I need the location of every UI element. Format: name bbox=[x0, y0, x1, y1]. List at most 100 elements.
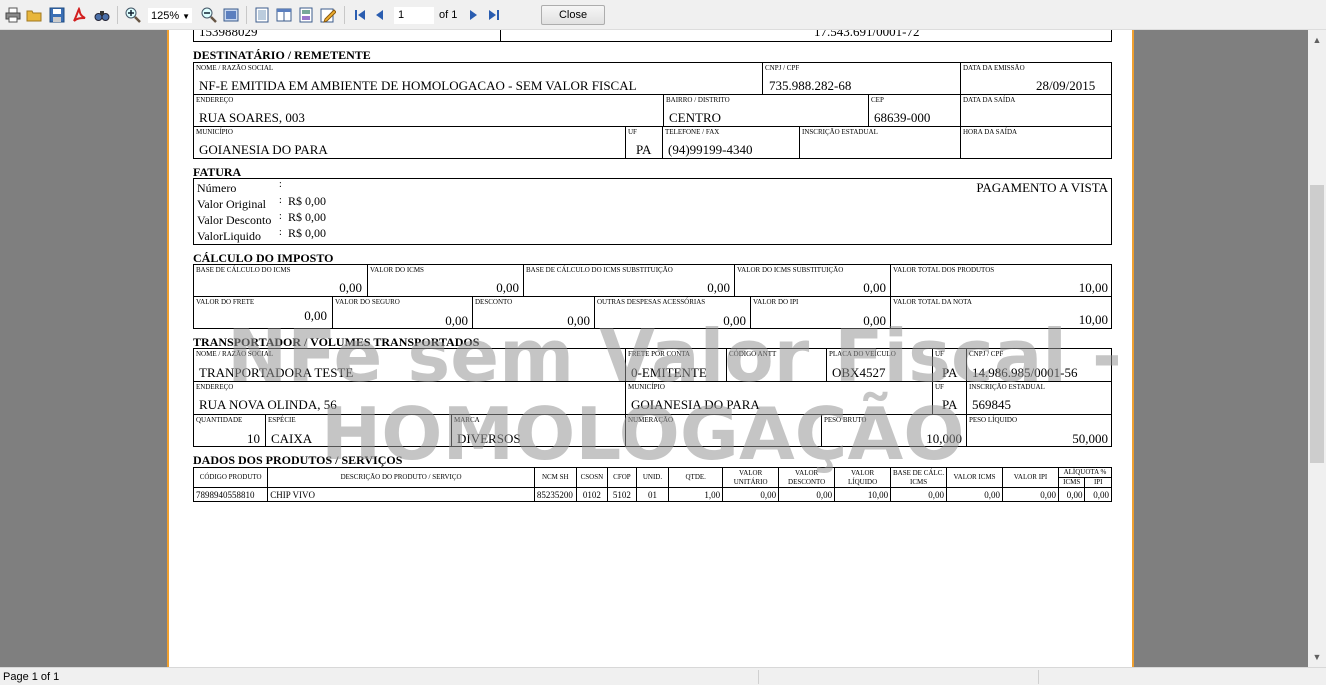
uf-label: UF bbox=[628, 128, 637, 136]
antt-label: CÓDIGO ANTT bbox=[729, 350, 777, 358]
zoom-out-icon[interactable] bbox=[201, 7, 217, 23]
cell-descricao: CHIP VIVO bbox=[267, 487, 535, 502]
open-icon[interactable] bbox=[26, 7, 42, 23]
produtos-table: CÓDIGO PRODUTO DESCRIÇÃO DO PRODUTO / SE… bbox=[192, 467, 1113, 502]
close-button[interactable]: Close bbox=[541, 5, 605, 25]
frete-label: VALOR DO FRETE bbox=[196, 298, 255, 306]
fatura-colon: : bbox=[279, 179, 282, 190]
fatura-colon: : bbox=[279, 195, 282, 206]
cell-qtde: 1,00 bbox=[668, 487, 724, 502]
zoom-in-icon[interactable] bbox=[125, 7, 141, 23]
pagamento-value: PAGAMENTO A VISTA bbox=[976, 180, 1108, 195]
fatura-colon: : bbox=[279, 227, 282, 238]
fatura-desconto-value: R$ 0,00 bbox=[288, 210, 327, 224]
single-page-icon[interactable] bbox=[254, 7, 270, 23]
dest-title: DESTINATÁRIO / REMETENTE bbox=[193, 48, 371, 62]
status-separator bbox=[758, 670, 759, 684]
scrollbar-thumb[interactable] bbox=[1310, 185, 1324, 463]
chevron-down-icon: ▼ bbox=[182, 12, 190, 21]
last-page-icon[interactable] bbox=[486, 7, 502, 23]
transp-uf2-value: PA bbox=[942, 397, 958, 412]
scroll-down-icon[interactable]: ▼ bbox=[1308, 649, 1326, 665]
next-page-icon[interactable] bbox=[465, 7, 481, 23]
find-icon[interactable] bbox=[94, 7, 110, 23]
print-icon[interactable] bbox=[5, 7, 21, 23]
total-nota-label: VALOR TOTAL DA NOTA bbox=[893, 298, 972, 306]
hora-label: HORA DA SAÍDA bbox=[963, 128, 1018, 136]
seguro-label: VALOR DO SEGURO bbox=[335, 298, 400, 306]
bairro-label: BAIRRO / DISTRITO bbox=[666, 96, 730, 104]
header-valor-desconto: VALOR DESCONTO bbox=[778, 467, 836, 488]
cell-valor-desconto: 0,00 bbox=[778, 487, 836, 502]
endereco-label: ENDEREÇO bbox=[196, 96, 234, 104]
transp-endereco-value: RUA NOVA OLINDA, 56 bbox=[199, 397, 337, 412]
peso-liquido-value: 50,000 bbox=[1072, 431, 1108, 446]
outras-despesas-label: OUTRAS DESPESAS ACESSÓRIAS bbox=[597, 298, 706, 306]
peso-liquido-label: PESO LÍQUIDO bbox=[969, 416, 1018, 424]
save-icon[interactable] bbox=[49, 7, 65, 23]
frete-value: 0,00 bbox=[304, 308, 327, 323]
transp-endereco-label: ENDEREÇO bbox=[196, 383, 234, 391]
zoom-value: 125% bbox=[151, 10, 180, 22]
header-valor-unitario: VALOR UNITÁRIO bbox=[722, 467, 780, 488]
header-csosn: CSOSN bbox=[575, 467, 609, 488]
header-valor-icms: VALOR ICMS bbox=[946, 467, 1004, 488]
emissao-label: DATA DA EMISSÃO bbox=[963, 64, 1025, 72]
header-qtde: QTDE. bbox=[668, 467, 724, 488]
ie-cell: 153988029 bbox=[194, 30, 501, 41]
header-descricao: DESCRIÇÃO DO PRODUTO / SERVIÇO bbox=[267, 467, 535, 488]
header-valor-liquido: VALOR LÍQUIDO bbox=[834, 467, 892, 488]
page-number-input[interactable]: 1 bbox=[394, 7, 434, 24]
total-produtos-label: VALOR TOTAL DOS PRODUTOS bbox=[893, 266, 995, 274]
vertical-scrollbar[interactable]: ▲ ▼ bbox=[1308, 30, 1326, 667]
zoom-select[interactable]: 125% ▼ bbox=[147, 7, 193, 24]
cell-valor-unitario: 0,00 bbox=[722, 487, 780, 502]
transp-ie-value: 569845 bbox=[972, 397, 1011, 412]
document-page: 153988029 17.543.691/0001-72 DESTINATÁRI… bbox=[167, 30, 1134, 667]
outras-despesas-value: 0,00 bbox=[723, 313, 746, 328]
cell-ncm: 85235200 bbox=[533, 487, 577, 502]
header-cfop: CFOP bbox=[607, 467, 637, 488]
marca-label: MARCA bbox=[454, 416, 480, 424]
ie-label: INSCRIÇÃO ESTADUAL bbox=[802, 128, 878, 136]
cell-valor-icms: 0,00 bbox=[946, 487, 1004, 502]
thumbnails-icon[interactable] bbox=[298, 7, 314, 23]
first-page-icon[interactable] bbox=[352, 7, 368, 23]
numeracao-label: NUMERAÇÃO bbox=[628, 416, 674, 424]
edit-icon[interactable] bbox=[320, 7, 336, 23]
header-valor-ipi: VALOR IPI bbox=[1002, 467, 1059, 488]
transp-municipio-value: GOIANESIA DO PARA bbox=[631, 397, 760, 412]
toolbar-separator bbox=[246, 6, 247, 24]
placa-value: OBX4527 bbox=[832, 365, 886, 380]
transp-uf2-label: UF bbox=[935, 383, 944, 391]
fatura-liquido-label: ValorLiquido bbox=[197, 229, 261, 243]
cell-valor-liquido: 10,00 bbox=[834, 487, 892, 502]
report-viewer[interactable]: 153988029 17.543.691/0001-72 DESTINATÁRI… bbox=[0, 30, 1308, 667]
prev-page-icon[interactable] bbox=[372, 7, 388, 23]
scroll-up-icon[interactable]: ▲ bbox=[1308, 32, 1326, 48]
valor-icms-st-label: VALOR DO ICMS SUBSTITUIÇÃO bbox=[737, 266, 844, 274]
marca-value: DIVERSOS bbox=[457, 431, 521, 446]
fit-page-icon[interactable] bbox=[223, 7, 239, 23]
cep-value: 68639-000 bbox=[874, 110, 931, 125]
cell-valor-ipi: 0,00 bbox=[1002, 487, 1059, 502]
total-nota-value: 10,00 bbox=[1078, 312, 1108, 327]
valor-icms-value: 0,00 bbox=[496, 280, 519, 295]
nome-label: NOME / RAZÃO SOCIAL bbox=[196, 64, 274, 72]
cell-aliq-icms: 0,00 bbox=[1057, 487, 1086, 502]
transp-uf-label: UF bbox=[935, 350, 944, 358]
transp-cnpj-value: 14.986.985/0001-56 bbox=[972, 365, 1078, 380]
two-page-icon[interactable] bbox=[276, 7, 292, 23]
municipio-label: MUNICÍPIO bbox=[196, 128, 233, 136]
fatura-desconto-label: Valor Desconto bbox=[197, 213, 272, 227]
danfe-document: 153988029 17.543.691/0001-72 DESTINATÁRI… bbox=[192, 30, 1122, 667]
base-icms-st-label: BASE DE CÁLCULO DO ICMS SUBSTITUIÇÃO bbox=[526, 266, 673, 274]
cell-aliq-ipi: 0,00 bbox=[1084, 487, 1112, 502]
cep-label: CEP bbox=[871, 96, 884, 104]
fatura-numero-label: Número bbox=[197, 181, 237, 195]
page-status: Page 1 of 1 bbox=[3, 671, 60, 683]
pdf-icon[interactable] bbox=[71, 7, 87, 23]
frete-conta-value: 0-EMITENTE bbox=[631, 365, 707, 380]
saida-label: DATA DA SAÍDA bbox=[963, 96, 1016, 104]
header-ncm: NCM SH bbox=[533, 467, 577, 488]
